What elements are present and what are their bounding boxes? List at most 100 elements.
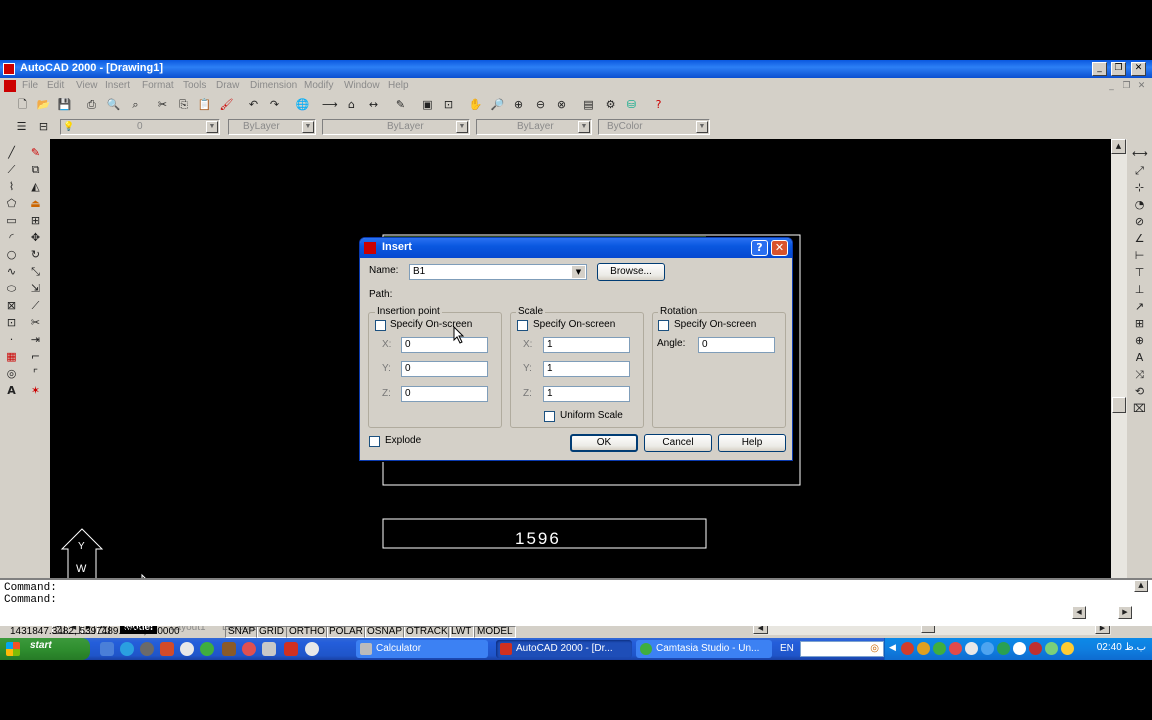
zoom-extents-icon[interactable]: ⊗ [554,97,569,112]
autocad-app-icon[interactable] [3,63,15,75]
tray-app1-icon[interactable] [901,642,914,655]
line-icon[interactable]: ╱ [4,145,19,160]
lwt-toggle[interactable]: LWT [448,626,475,638]
menu-dimension[interactable]: Dimension [250,80,297,91]
construction-line-icon[interactable]: ⟋ [4,162,19,177]
region-icon[interactable]: ◎ [4,366,19,381]
print-icon[interactable]: ⎙ [84,97,99,112]
insertion-y-input[interactable]: 0 [401,361,488,377]
zoom-window-icon[interactable]: ⊕ [511,97,526,112]
osnap-toggle[interactable]: OSNAP [364,626,406,638]
copy-icon[interactable]: ⎘ [176,97,191,112]
dimension-style-icon[interactable]: ⌧ [1132,401,1147,416]
grid-toggle[interactable]: GRID [256,626,287,638]
circle-icon[interactable]: ○ [4,247,19,262]
ellipse-icon[interactable]: ⬭ [4,281,19,296]
menu-modify[interactable]: Modify [304,80,333,91]
command-prompt[interactable]: Command: [4,594,57,606]
task-autocad[interactable]: AutoCAD 2000 - [Dr... [496,640,632,658]
menu-insert[interactable]: Insert [105,80,130,91]
zoom-realtime-icon[interactable]: 🔎 [490,97,505,112]
offset-icon[interactable]: ⏏ [28,196,43,211]
arc-icon[interactable]: ◜ [4,230,19,245]
find-icon[interactable]: ⌕ [128,97,143,112]
ucs-icon[interactable]: ⌂ [344,97,359,112]
dimension-update-icon[interactable]: ⟲ [1132,384,1147,399]
chevron-down-icon[interactable]: ▼ [578,121,590,133]
doc-restore-button[interactable]: ❐ [1121,81,1132,92]
scale-x-input[interactable]: 1 [543,337,630,353]
menu-view[interactable]: View [76,80,98,91]
hatch-icon[interactable]: ▦ [4,349,19,364]
menu-file[interactable]: File [22,80,38,91]
ok-button[interactable]: OK [570,434,638,452]
open-icon[interactable]: 📂 [36,97,51,112]
cut-icon[interactable]: ✂ [155,97,170,112]
properties-icon[interactable]: ▤ [581,97,596,112]
menu-edit[interactable]: Edit [47,80,64,91]
point-icon[interactable]: · [4,332,19,347]
polygon-icon[interactable]: ⬠ [4,196,19,211]
show-desktop-icon[interactable] [100,642,114,656]
tray-app2-icon[interactable] [917,642,930,655]
browse-button[interactable]: Browse... [597,263,665,281]
cancel-button[interactable]: Cancel [644,434,712,452]
rectangle-icon[interactable]: ▭ [4,213,19,228]
command-window[interactable]: Command: Command: ▲ ◀ ▶ [0,578,1152,626]
insertion-z-input[interactable]: 0 [401,386,488,402]
menu-format[interactable]: Format [142,80,174,91]
model-toggle[interactable]: MODEL [474,626,516,638]
chevron-down-icon[interactable]: ▼ [572,266,585,278]
close-button[interactable]: ✕ [1131,62,1146,76]
doc-close-button[interactable]: ✕ [1136,81,1147,92]
linetype-combo[interactable]: ByLayer ▼ [322,119,470,135]
start-button[interactable]: start [0,638,90,660]
quicklaunch-green-icon[interactable] [200,642,214,656]
baseline-dimension-icon[interactable]: ⊤ [1132,265,1147,280]
match-properties-icon[interactable]: 🖌 [219,97,234,112]
paste-icon[interactable]: 📋 [197,97,212,112]
diameter-dimension-icon[interactable]: ⊘ [1132,214,1147,229]
tray-app7-icon[interactable] [1045,642,1058,655]
title-bar[interactable]: AutoCAD 2000 - [Drawing1] _ ❐ ✕ [0,60,1152,78]
lengthen-icon[interactable]: ⟋ [28,298,43,313]
scale-z-input[interactable]: 1 [543,386,630,402]
context-help-button[interactable]: ? [751,240,768,256]
task-camtasia[interactable]: Camtasia Studio - Un... [636,640,772,658]
tray-volume-icon[interactable] [1013,642,1026,655]
quick-leader-icon[interactable]: ↗ [1132,299,1147,314]
linear-dimension-icon[interactable]: ⟷ [1132,146,1148,161]
multiline-text-icon[interactable]: A [4,383,19,398]
dimension-edit-icon[interactable]: A [1132,350,1147,365]
insertion-specify-checkbox[interactable] [375,320,386,331]
dialog-title-bar[interactable]: Insert ? ✕ [360,238,792,258]
vertical-scrollbar[interactable]: ▲ ▼ [1111,139,1127,621]
rotate-icon[interactable]: ↻ [28,247,43,262]
quicklaunch-tool-icon[interactable] [222,642,236,656]
angle-input[interactable]: 0 [698,337,775,353]
database-icon[interactable]: ⛁ [624,97,639,112]
chevron-down-icon[interactable]: ▼ [302,121,314,133]
color-combo[interactable]: ByLayer ▼ [228,119,316,135]
language-indicator[interactable]: EN [780,643,794,654]
mirror-icon[interactable]: ◭ [28,179,43,194]
redo-icon[interactable]: ↷ [267,97,282,112]
polyline-icon[interactable]: ⌇ [4,179,19,194]
internet-explorer-icon[interactable] [120,642,134,656]
quicklaunch-gray-icon[interactable] [262,642,276,656]
tracking-icon[interactable]: ⟶ [322,97,338,112]
vertical-scroll-thumb[interactable] [1112,397,1126,413]
task-calculator[interactable]: Calculator [356,640,488,658]
save-icon[interactable]: 💾 [57,97,72,112]
tray-app8-icon[interactable] [1061,642,1074,655]
tray-antivirus-icon[interactable] [1029,642,1042,655]
scale-y-input[interactable]: 1 [543,361,630,377]
otrack-toggle[interactable]: OTRACK [403,626,451,638]
restore-button[interactable]: ❐ [1111,62,1126,76]
spline-icon[interactable]: ∿ [4,264,19,279]
redraw-icon[interactable]: ✎ [393,97,408,112]
aerial-view-icon[interactable]: ▣ [420,97,435,112]
stretch-icon[interactable]: ⇲ [28,281,43,296]
scale-specify-checkbox[interactable] [517,320,528,331]
quicklaunch-app-icon[interactable] [160,642,174,656]
